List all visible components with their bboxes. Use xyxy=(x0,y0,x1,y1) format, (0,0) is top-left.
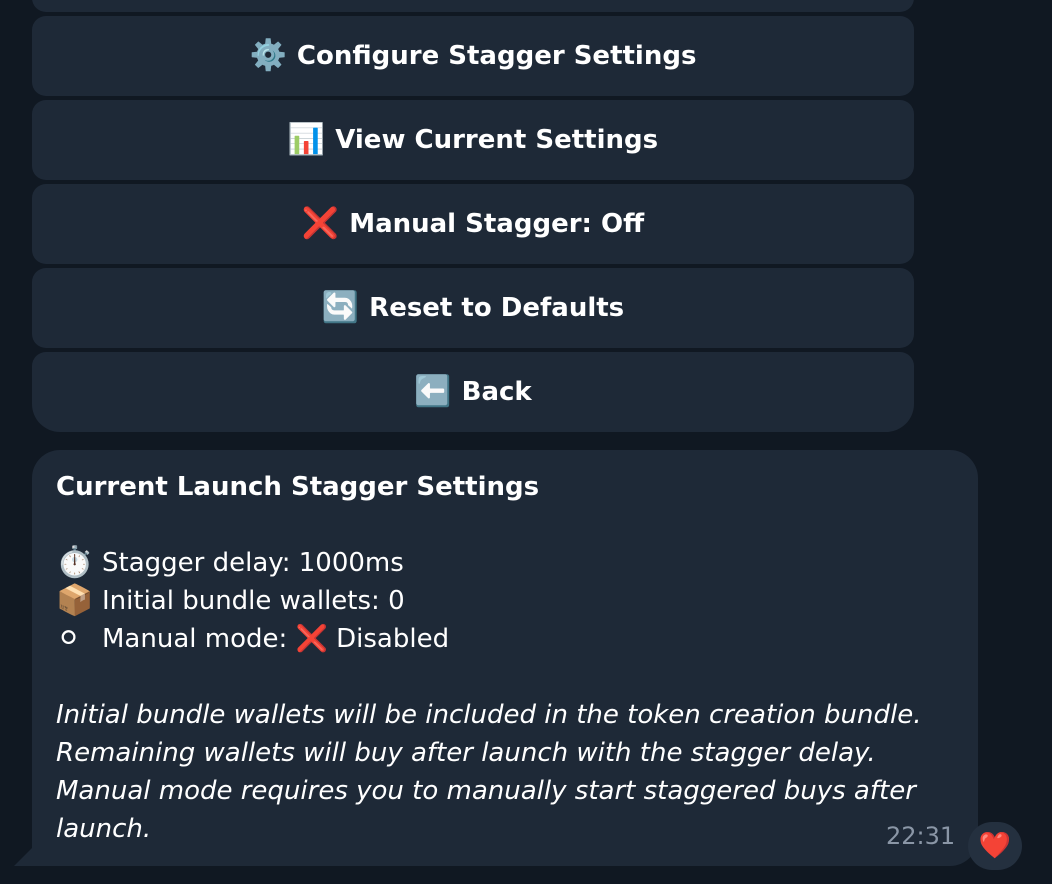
cross-mark-icon: ❌ xyxy=(301,206,340,241)
chat-view: ⚙️ Configure Stagger Settings 📊 View Cur… xyxy=(0,0,1052,884)
setting-text: Manual mode: ❌ Disabled xyxy=(102,624,450,654)
setting-text: Initial bundle wallets: 0 xyxy=(102,586,405,616)
bar-chart-icon: 📊 xyxy=(287,122,326,157)
button-label: Manual Stagger: Off xyxy=(349,209,645,239)
message-title: Current Launch Stagger Settings xyxy=(56,472,540,502)
stopwatch-icon: ⏱️ xyxy=(56,545,94,580)
note-line: Manual mode requires you to manually sta… xyxy=(56,776,916,806)
previous-keyboard-button[interactable] xyxy=(32,0,914,12)
package-icon: 📦 xyxy=(56,583,94,618)
note-line: Remaining wallets will buy after launch … xyxy=(56,738,876,768)
gear-icon: ⚙️ xyxy=(249,38,287,73)
back-button[interactable]: ⬅️ Back xyxy=(32,352,914,432)
white-circle-icon: ⚪ xyxy=(56,621,82,656)
note-line: launch. xyxy=(56,814,152,844)
button-label: Configure Stagger Settings xyxy=(296,41,697,71)
manual-stagger-toggle-button[interactable]: ❌ Manual Stagger: Off xyxy=(32,184,914,264)
note-line: Initial bundle wallets will be included … xyxy=(56,700,922,730)
button-label: View Current Settings xyxy=(335,125,659,155)
view-current-settings-button[interactable]: 📊 View Current Settings xyxy=(32,100,914,180)
heart-icon: ❤️ xyxy=(978,831,1012,861)
refresh-icon: 🔄 xyxy=(321,290,360,325)
setting-initial-bundle-wallets: 📦 Initial bundle wallets: 0 xyxy=(56,582,936,620)
heart-reaction[interactable]: ❤️ xyxy=(968,822,1022,870)
reset-to-defaults-button[interactable]: 🔄 Reset to Defaults xyxy=(32,268,914,348)
button-label: Reset to Defaults xyxy=(369,293,625,323)
setting-text: Stagger delay: 1000ms xyxy=(102,548,404,578)
setting-manual-mode: ⚪ Manual mode: ❌ Disabled xyxy=(56,620,936,658)
configure-stagger-settings-button[interactable]: ⚙️ Configure Stagger Settings xyxy=(32,16,914,96)
message-text: Current Launch Stagger Settings ⏱️ Stagg… xyxy=(56,468,936,848)
button-label: Back xyxy=(461,377,532,407)
left-arrow-icon: ⬅️ xyxy=(414,374,452,409)
message-timestamp: 22:31 xyxy=(886,822,956,850)
settings-notes: Initial bundle wallets will be included … xyxy=(56,696,936,848)
setting-stagger-delay: ⏱️ Stagger delay: 1000ms xyxy=(56,544,936,582)
